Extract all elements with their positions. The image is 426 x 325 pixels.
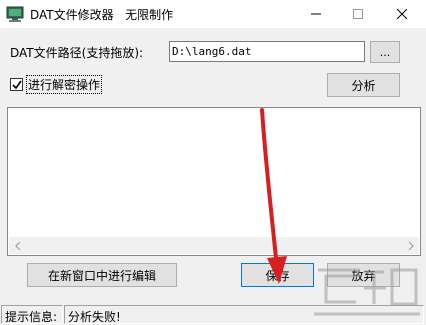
checkmark-icon [12, 80, 22, 90]
scroll-left-icon[interactable] [9, 237, 26, 254]
decrypt-label[interactable]: 进行解密操作 [25, 75, 103, 94]
minimize-button[interactable] [294, 0, 338, 28]
browse-button[interactable]: ... [370, 41, 400, 63]
minimize-icon [311, 13, 321, 15]
maximize-icon [353, 9, 363, 19]
status-message: 分析失败! [64, 305, 424, 324]
status-label: 提示信息: [1, 305, 63, 324]
title-bar[interactable]: DAT文件修改器 无限制作 [0, 0, 426, 28]
status-bar: 提示信息: 分析失败! [0, 303, 426, 325]
edit-in-new-window-button[interactable]: 在新窗口中进行编辑 [27, 263, 177, 287]
scroll-right-icon[interactable] [402, 237, 419, 254]
close-button[interactable] [380, 0, 424, 28]
path-input[interactable]: D:\lang6.dat [169, 41, 365, 62]
maximize-button[interactable] [336, 0, 380, 28]
analyze-button[interactable]: 分析 [327, 73, 400, 97]
content-textarea[interactable] [7, 107, 421, 256]
close-icon [397, 9, 407, 19]
window-title: DAT文件修改器 无限制作 [30, 8, 174, 22]
horizontal-scrollbar[interactable] [9, 237, 419, 254]
save-button[interactable]: 保存 [241, 263, 314, 287]
discard-button[interactable]: 放弃 [327, 263, 400, 287]
decrypt-checkbox[interactable] [10, 78, 23, 91]
monitor-app-icon [6, 5, 24, 23]
path-label: DAT文件路径(支持拖放): [10, 46, 144, 60]
